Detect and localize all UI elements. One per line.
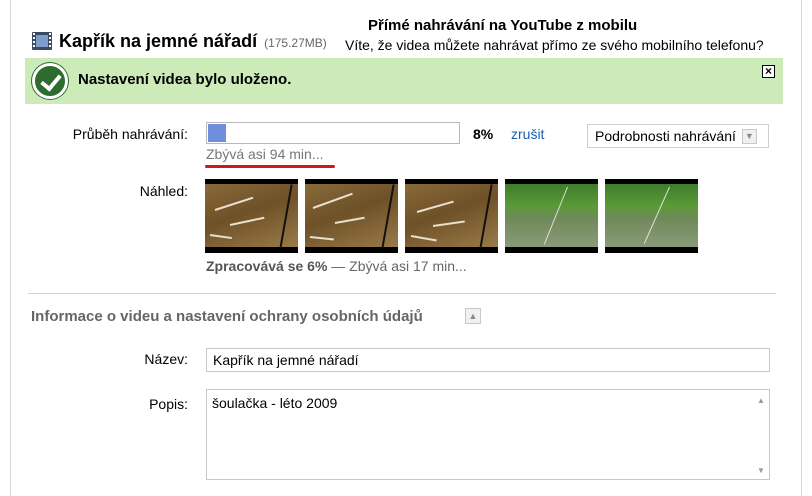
info-section-title[interactable]: Informace o videu a nastavení ochrany os…	[31, 308, 423, 325]
scroll-up-icon[interactable]: ▲	[753, 392, 769, 408]
close-icon[interactable]: ×	[762, 65, 775, 78]
upload-details-button[interactable]: Podrobnosti nahrávání ▼	[587, 124, 769, 148]
video-title-row: Kapřík na jemné nářadí (175.27MB)	[32, 28, 327, 54]
frame-border-left	[10, 0, 11, 496]
preview-label: Náhled:	[139, 183, 188, 199]
scroll-down-icon[interactable]: ▼	[753, 462, 769, 478]
upload-progress-fill	[208, 124, 227, 142]
section-divider	[28, 293, 776, 294]
check-circle-icon	[32, 63, 68, 99]
processing-remaining: — Zbývá asi 17 min...	[327, 258, 467, 274]
chevron-up-icon[interactable]: ▲	[465, 308, 481, 324]
mobile-upload-promo-title[interactable]: Přímé nahrávání na YouTube z mobilu	[368, 17, 637, 34]
title-field-label: Název:	[144, 351, 188, 367]
mobile-upload-promo-text: Víte, že videa můžete nahrávat přímo ze …	[345, 37, 764, 53]
thumbnail-5[interactable]	[605, 179, 698, 253]
description-field-label: Popis:	[149, 396, 188, 412]
success-message: Nastavení videa bylo uloženo.	[78, 71, 292, 88]
thumbnail-2[interactable]	[305, 179, 398, 253]
cancel-upload-link[interactable]: zrušit	[511, 126, 544, 142]
thumbnail-3[interactable]	[405, 179, 498, 253]
film-icon	[32, 30, 52, 52]
upload-progress-bar	[206, 122, 460, 144]
title-input[interactable]	[206, 348, 770, 372]
upload-progress-label: Průběh nahrávání:	[72, 126, 188, 142]
thumbnail-4[interactable]	[505, 179, 598, 253]
video-title: Kapřík na jemné nářadí	[59, 30, 258, 51]
thumbnail-1[interactable]	[205, 179, 298, 253]
upload-progress-percent: 8%	[473, 126, 494, 142]
chevron-down-icon: ▼	[741, 128, 757, 144]
red-underline-annotation	[205, 165, 335, 168]
description-textarea[interactable]: šoulačka - léto 2009	[206, 389, 770, 480]
processing-percent: Zpracovává se 6%	[206, 258, 328, 274]
upload-time-remaining: Zbývá asi 94 min...	[206, 146, 324, 162]
processing-status: Zpracovává se 6% — Zbývá asi 17 min...	[206, 258, 467, 274]
preview-thumbnails	[205, 179, 698, 253]
video-file-size: (175.27MB)	[264, 35, 327, 50]
upload-details-label: Podrobnosti nahrávání	[595, 128, 736, 144]
frame-border-right	[801, 0, 802, 496]
success-notification: Nastavení videa bylo uloženo. ×	[25, 58, 783, 104]
